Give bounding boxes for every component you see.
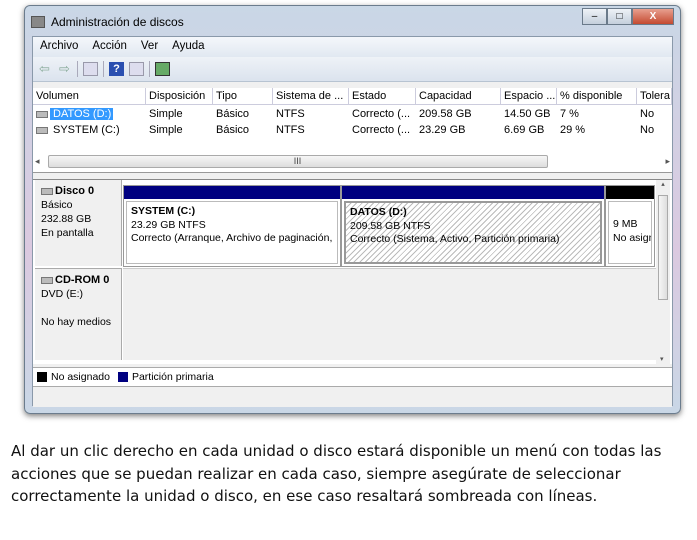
partition-state: Correcto (Arranque, Archivo de paginació…: [131, 232, 333, 244]
cell: No: [640, 124, 655, 136]
partition-name: DATOS (D:): [350, 206, 407, 218]
action-pane-icon[interactable]: [129, 62, 144, 76]
legend-swatch-unallocated: [37, 372, 47, 382]
cell: No: [640, 108, 655, 120]
cell-volume: DATOS (D:): [33, 108, 146, 120]
drive-icon: [36, 110, 48, 118]
title-bar: Administración de discos: [31, 12, 184, 32]
toolbar-separator: [77, 61, 78, 77]
disk0-status: En pantalla: [41, 227, 94, 239]
caption-text: Al dar un clic derecho en cada unidad o …: [11, 442, 662, 505]
console-tree-icon[interactable]: [83, 62, 98, 76]
status-bar: [33, 389, 672, 407]
table-header: Volumen Disposición Tipo Sistema de ... …: [33, 87, 672, 105]
menu-archivo[interactable]: Archivo: [40, 40, 78, 54]
scroll-thumb[interactable]: III: [47, 154, 548, 168]
cdrom-icon: [41, 276, 53, 284]
cdrom-drive: DVD (E:): [41, 288, 83, 300]
cdrom-area: [123, 268, 656, 360]
disk0-name: Disco 0: [55, 185, 95, 197]
cell: Simple: [149, 124, 183, 136]
partition-size: 209.58 GB NTFS: [350, 219, 431, 232]
partition-state: Correcto (Sistema, Activo, Partición pri…: [350, 233, 560, 245]
col-volumen[interactable]: Volumen: [33, 87, 146, 105]
menu-ayuda[interactable]: Ayuda: [172, 40, 204, 54]
cell: 6.69 GB: [504, 124, 545, 136]
cell: Básico: [216, 124, 250, 136]
legend-unallocated: No asignado: [51, 371, 110, 383]
cell: Simple: [149, 108, 183, 120]
scroll-down-icon[interactable]: ▾: [660, 355, 664, 363]
minimize-button[interactable]: –: [582, 8, 607, 25]
col-tipo[interactable]: Tipo: [213, 87, 273, 105]
disk-icon: [41, 187, 53, 195]
cell: Correcto (...: [352, 124, 411, 136]
help-icon[interactable]: ?: [109, 62, 124, 76]
scroll-up-icon[interactable]: ▴: [661, 181, 665, 188]
partition-name: SYSTEM (C:): [131, 205, 196, 217]
table-row[interactable]: DATOS (D:) Simple Básico NTFS Correcto (…: [33, 106, 672, 122]
cell-volume: SYSTEM (C:): [33, 124, 146, 136]
col-sistema[interactable]: Sistema de ...: [273, 87, 349, 105]
legend-primary: Partición primaria: [131, 371, 214, 383]
unallocated-state: No asignado: [613, 231, 651, 244]
legend: No asignado Partición primaria: [33, 367, 672, 387]
col-espacio[interactable]: Espacio ...: [501, 87, 557, 105]
cell: Correcto (...: [352, 108, 411, 120]
cell: 29 %: [560, 124, 586, 136]
scroll-left-icon[interactable]: ◂: [35, 156, 40, 167]
cell: 7 %: [560, 108, 579, 120]
app-icon: [31, 16, 45, 28]
col-estado[interactable]: Estado: [349, 87, 416, 105]
partition-datos[interactable]: DATOS (D:) 209.58 GB NTFS Correcto (Sistem…: [341, 185, 605, 267]
vertical-scrollbar[interactable]: ▴ ▾: [656, 180, 670, 365]
disk-graphical-view: Disco 0 Básico 232.88 GB En pantalla SYS…: [33, 179, 672, 365]
back-arrow-icon[interactable]: ⇦: [37, 62, 52, 76]
cell: NTFS: [276, 108, 305, 120]
primary-partition-bar: [342, 186, 604, 199]
col-capacidad[interactable]: Capacidad: [416, 87, 501, 105]
cdrom-status: No hay medios: [41, 316, 112, 328]
cell: NTFS: [276, 124, 305, 136]
disk0-size: 232.88 GB: [41, 213, 92, 225]
cdrom0-label[interactable]: CD-ROM 0 DVD (E:) No hay medios: [35, 268, 122, 360]
unallocated-bar: [606, 186, 654, 199]
properties-icon[interactable]: [155, 62, 170, 76]
volume-name: SYSTEM (C:): [53, 124, 120, 136]
menu-bar: Archivo Acción Ver Ayuda: [33, 37, 672, 57]
cdrom-name: CD-ROM 0: [55, 274, 110, 286]
col-disponible[interactable]: % disponible: [557, 87, 637, 105]
menu-ver[interactable]: Ver: [141, 40, 158, 54]
toolbar: ⇦ ⇨ ?: [33, 57, 672, 82]
col-tolerancia[interactable]: Tolera: [637, 87, 672, 105]
cell: 14.50 GB: [504, 108, 551, 120]
partition-size: 23.29 GB NTFS: [131, 218, 206, 231]
scroll-right-icon[interactable]: ▸: [665, 156, 670, 167]
table-row[interactable]: SYSTEM (C:) Simple Básico NTFS Correcto …: [33, 122, 672, 138]
disk0-label[interactable]: Disco 0 Básico 232.88 GB En pantalla: [35, 180, 122, 266]
toolbar-separator: [103, 61, 104, 77]
window-title: Administración de discos: [51, 15, 184, 29]
disk0-type: Básico: [41, 199, 73, 211]
disk-management-window: Administración de discos – □ X Archivo A…: [24, 5, 681, 414]
cell: 23.29 GB: [419, 124, 466, 136]
primary-partition-bar: [124, 186, 340, 199]
cell: 209.58 GB: [419, 108, 472, 120]
legend-swatch-primary: [117, 372, 128, 382]
forward-arrow-icon[interactable]: ⇨: [57, 62, 72, 76]
unallocated-space[interactable]: 9 MBNo asignado: [605, 185, 655, 267]
maximize-button[interactable]: □: [607, 8, 632, 25]
partition-system[interactable]: SYSTEM (C:) 23.29 GB NTFS Correcto (Arranq…: [123, 185, 341, 267]
unallocated-size: 9 MB: [613, 218, 638, 230]
menu-accion[interactable]: Acción: [92, 40, 127, 54]
cell: Básico: [216, 108, 250, 120]
volume-name: DATOS (D:): [50, 108, 114, 120]
close-button[interactable]: X: [632, 8, 674, 25]
drive-icon: [36, 126, 48, 134]
toolbar-separator: [149, 61, 150, 77]
scroll-thumb[interactable]: [658, 195, 668, 300]
horizontal-scrollbar[interactable]: ◂ III ▸: [35, 153, 670, 169]
col-disposicion[interactable]: Disposición: [146, 87, 213, 105]
